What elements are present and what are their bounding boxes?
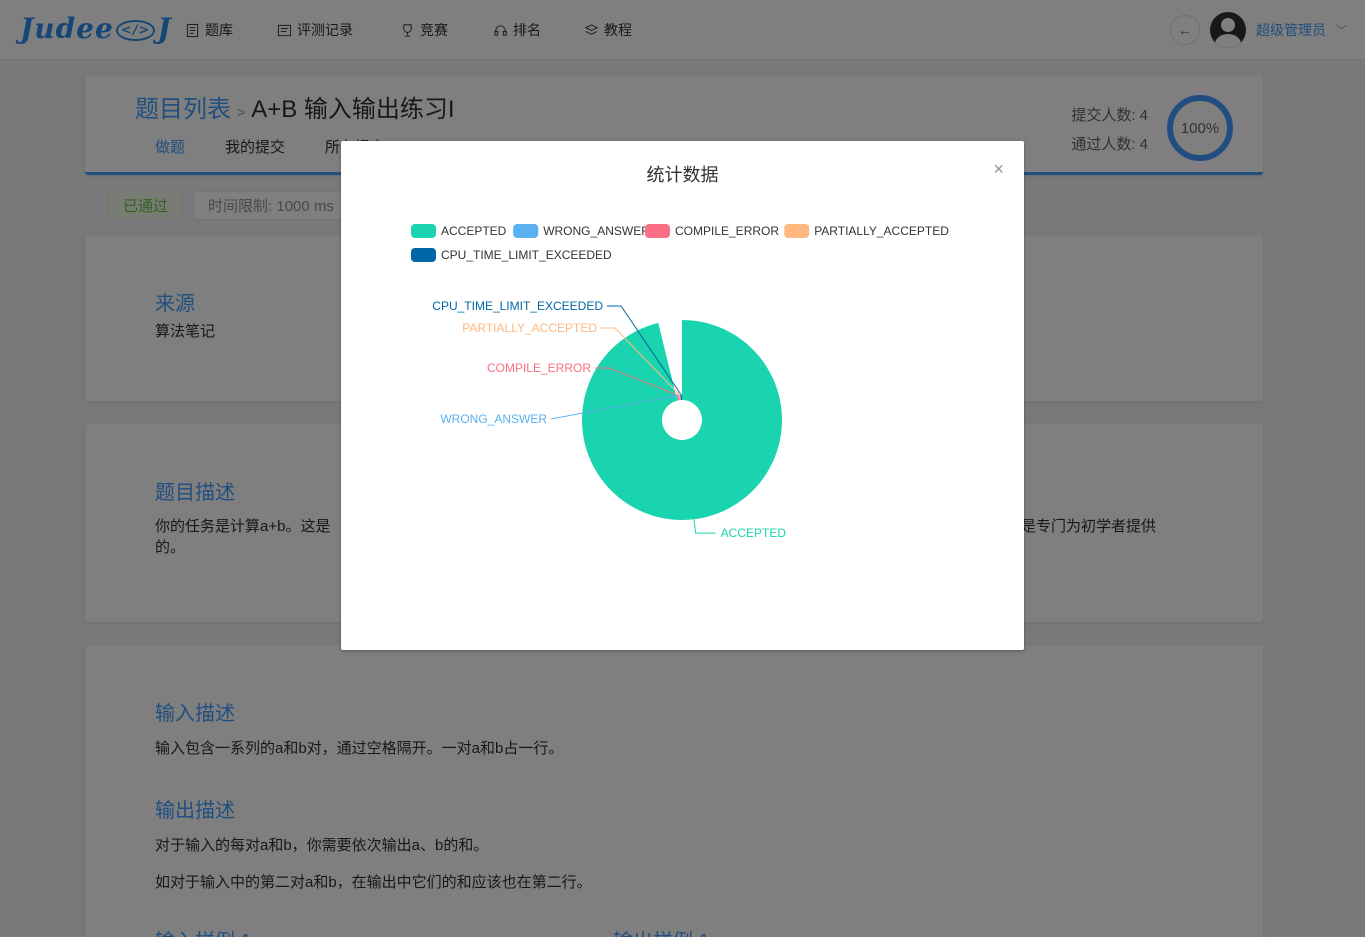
pie-label-cpu-time-limit-exceeded: CPU_TIME_LIMIT_EXCEEDED [432,299,603,313]
legend-label: CPU_TIME_LIMIT_EXCEEDED [441,248,612,262]
pie-label-compile-error: COMPILE_ERROR [487,361,591,375]
pie-label-partially-accepted: PARTIALLY_ACCEPTED [462,321,597,335]
legend-swatch [784,224,810,238]
legend-item-wrong-answer[interactable]: WRONG_ANSWER [513,224,650,238]
legend-swatch [513,224,539,238]
legend-label: COMPILE_ERROR [675,224,779,238]
pie-slice-accepted [582,320,782,520]
legend-swatch [411,224,436,238]
legend-item-cpu-time-limit-exceeded[interactable]: CPU_TIME_LIMIT_EXCEEDED [411,248,612,262]
pie-label-wrong-answer: WRONG_ANSWER [440,412,547,426]
legend-item-accepted[interactable]: ACCEPTED [411,224,507,238]
legend-item-compile-error[interactable]: COMPILE_ERROR [645,224,779,238]
legend-swatch [411,248,436,262]
legend-label: PARTIALLY_ACCEPTED [814,224,949,238]
statistics-dialog: 统计数据 × ACCEPTED WRONG_ANSWER COMPILE_ERROR… [341,141,1024,650]
leader-line [693,519,716,534]
legend-item-partially-accepted[interactable]: PARTIALLY_ACCEPTED [784,224,949,238]
status-pie-chart: ACCEPTED WRONG_ANSWER COMPILE_ERROR PARTIAL… [411,224,949,540]
legend-swatch [645,224,670,238]
legend-label: WRONG_ANSWER [543,224,650,238]
pie-label-accepted: ACCEPTED [721,526,787,540]
legend-label: ACCEPTED [441,224,507,238]
